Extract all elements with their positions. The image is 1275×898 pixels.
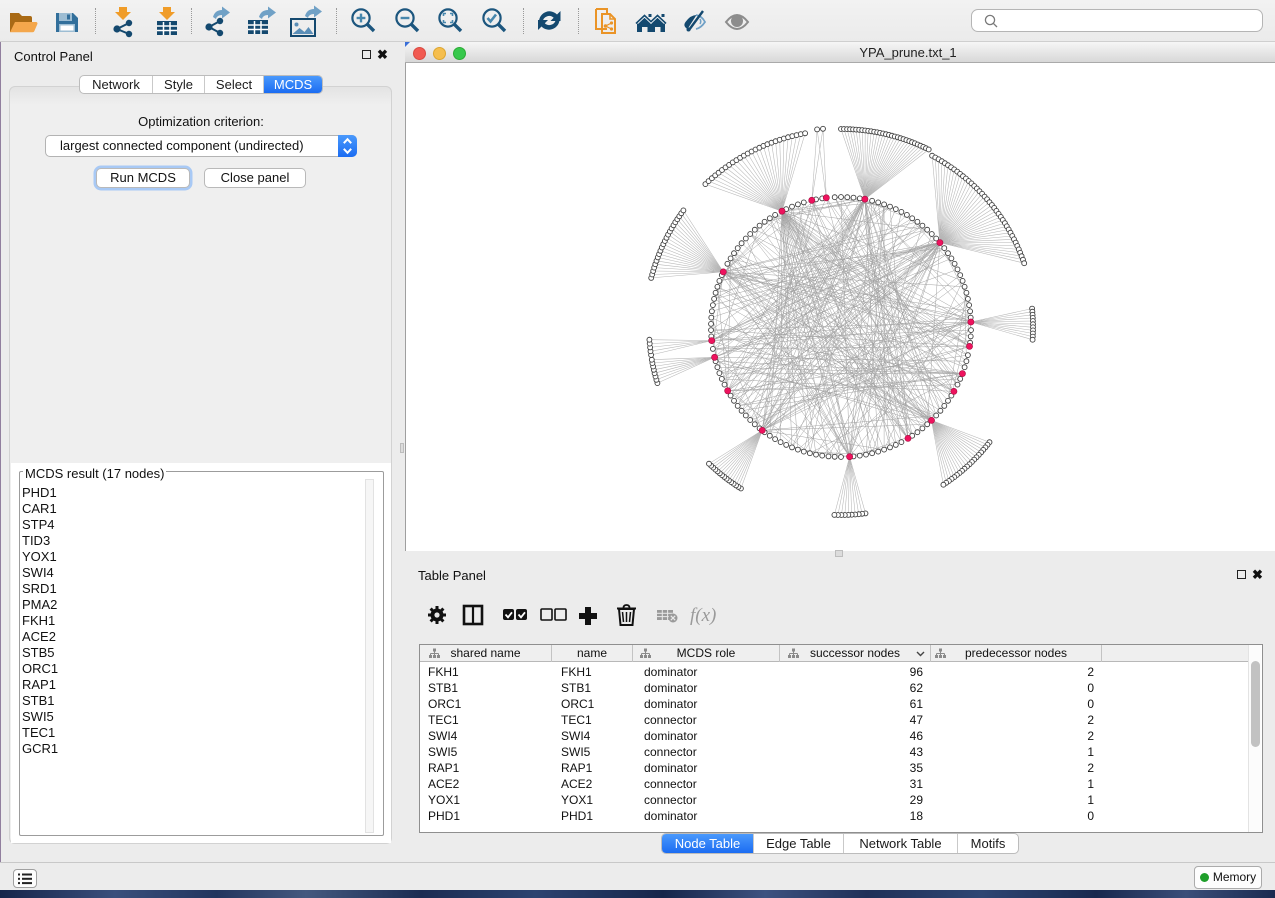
svg-text:f(x): f(x) <box>690 605 716 626</box>
